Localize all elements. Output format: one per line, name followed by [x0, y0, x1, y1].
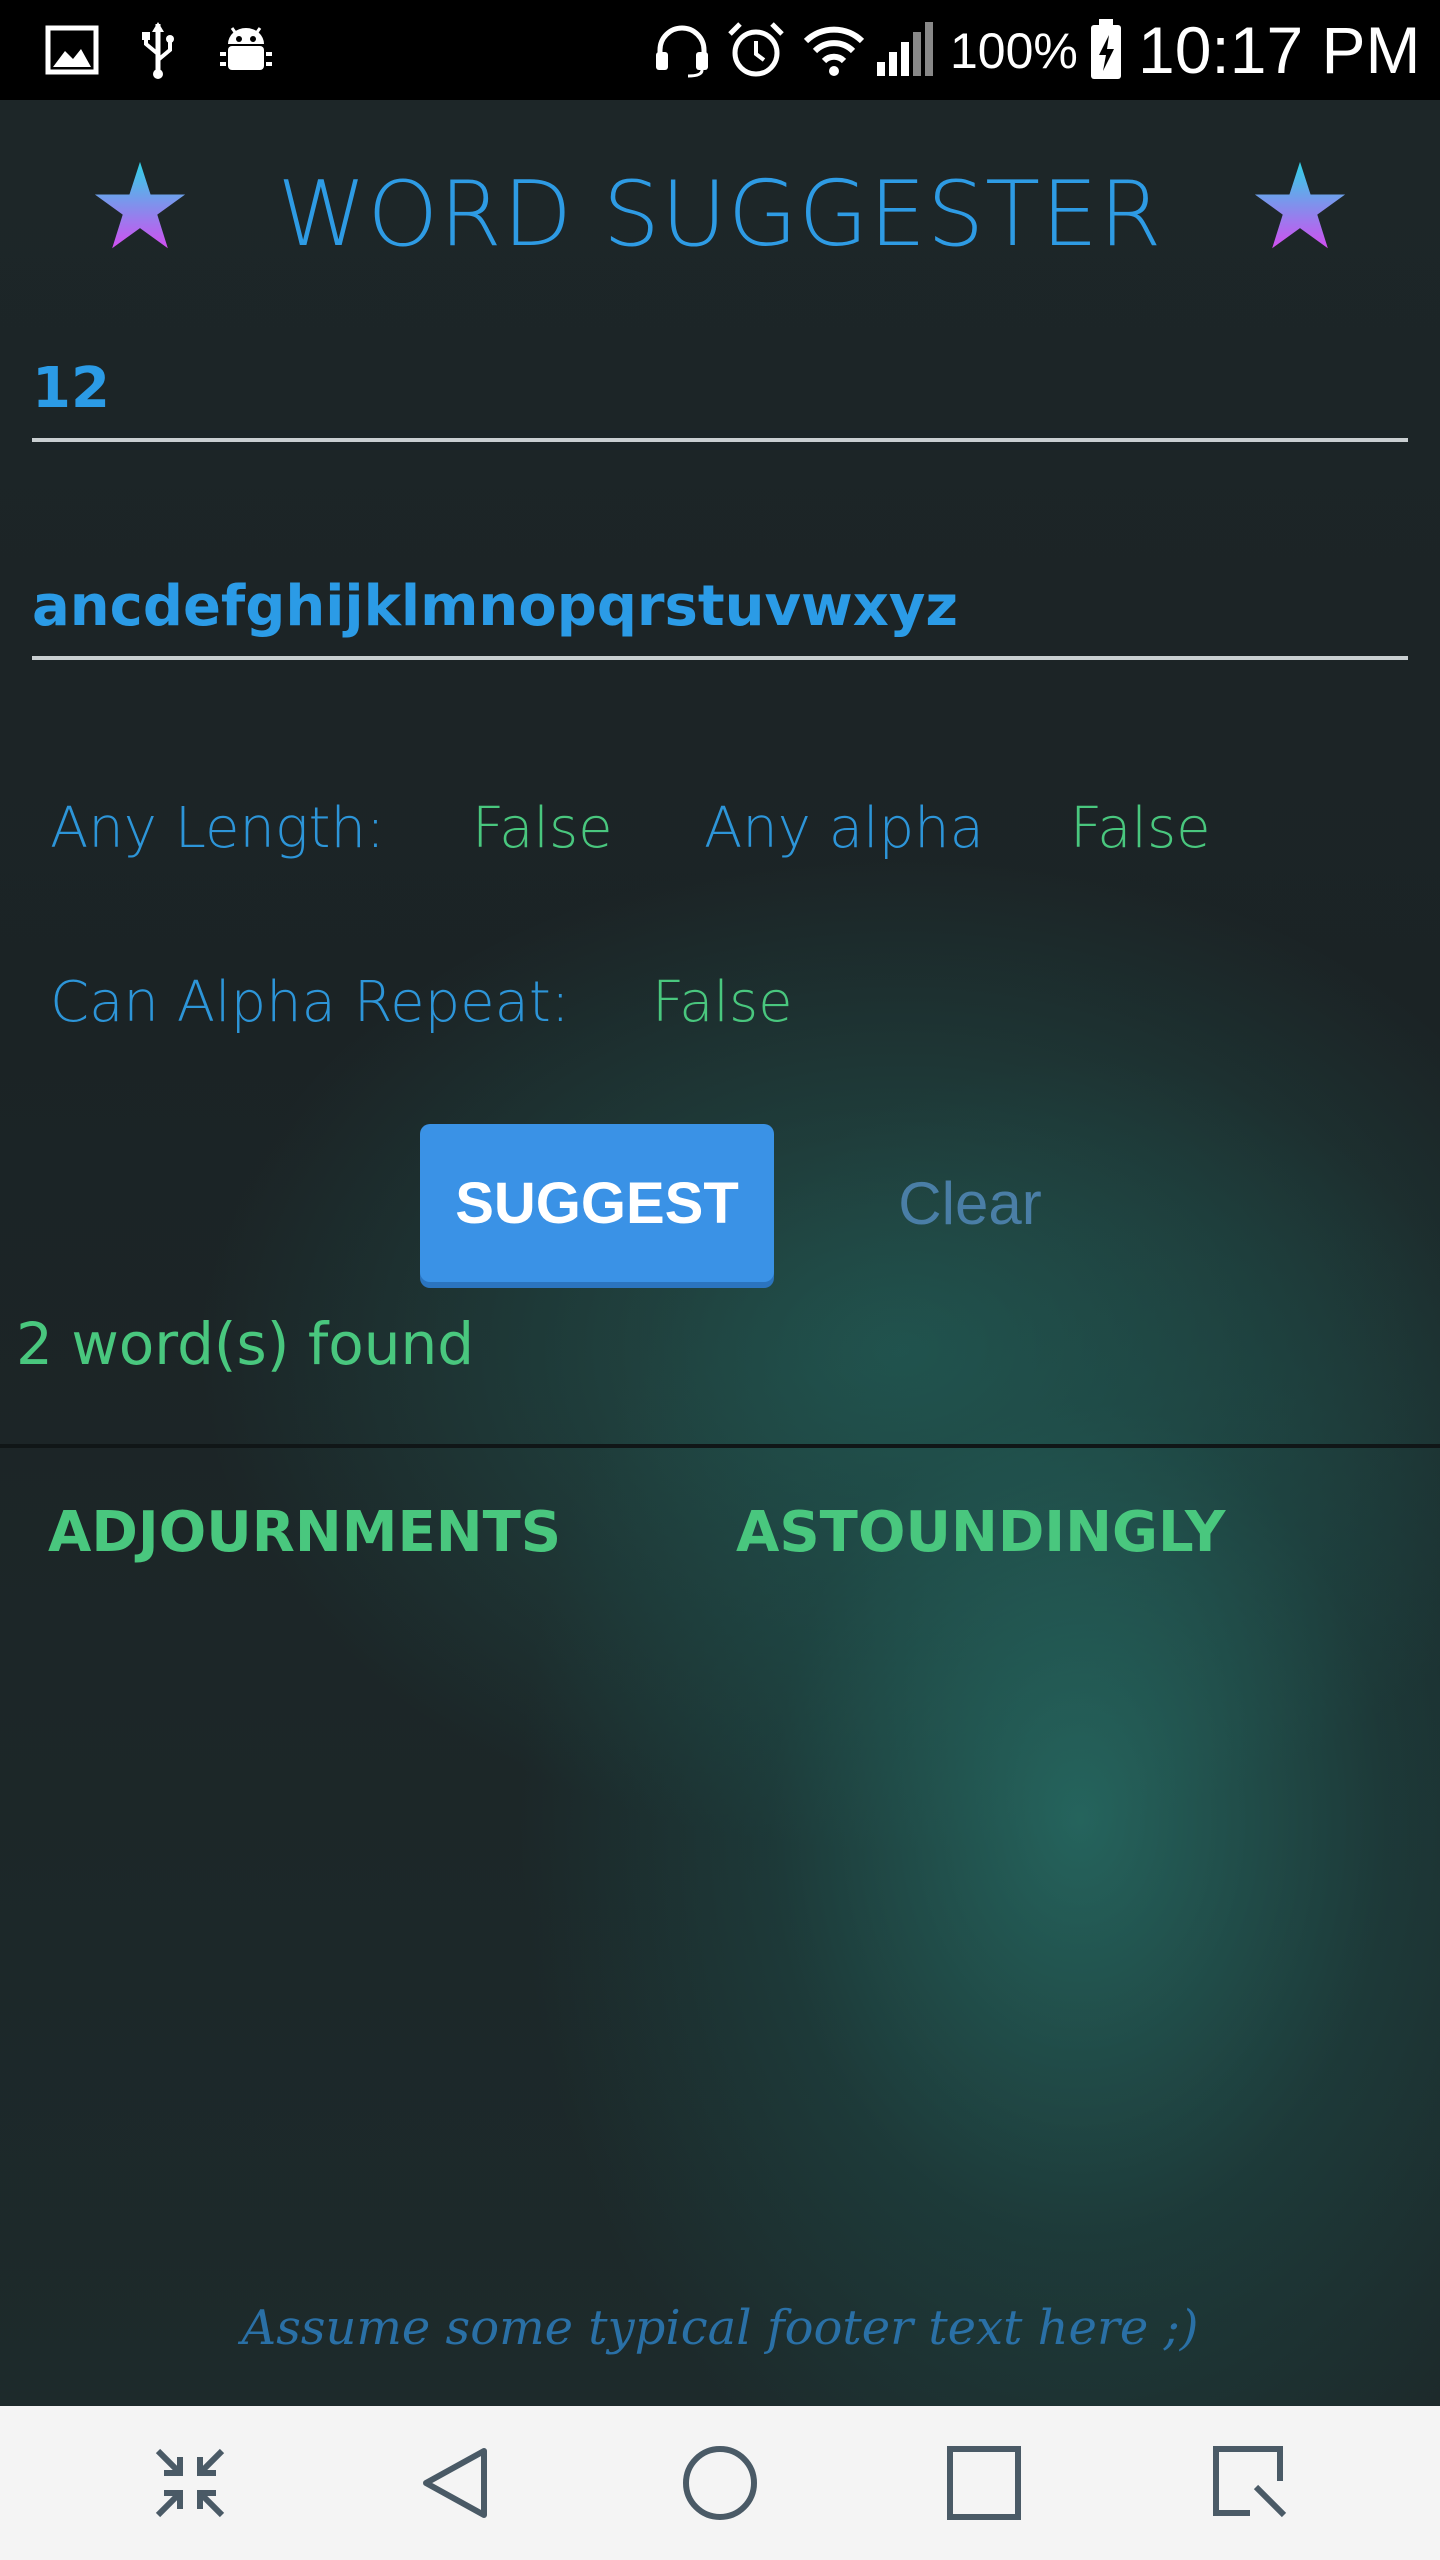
result-word[interactable]: ASTOUNDINGLY [736, 1500, 1225, 1565]
any-length-label: Any Length: [50, 796, 385, 861]
screenshot-icon[interactable] [1200, 2433, 1300, 2533]
suggest-button[interactable]: SUGGEST [420, 1124, 774, 1282]
alarm-icon [724, 18, 788, 82]
results-count: 2 word(s) found [16, 1310, 475, 1378]
headset-icon [650, 18, 714, 82]
result-word[interactable]: ADJOURNMENTS [48, 1500, 561, 1565]
usb-icon [126, 18, 190, 82]
star-icon [1254, 161, 1346, 249]
any-alpha-label: Any alpha [704, 796, 984, 861]
signal-icon [874, 18, 938, 82]
footer-text: Assume some typical footer text here ;) [241, 2300, 1199, 2356]
header: WORD SUGGESTER [0, 140, 1440, 270]
divider [0, 1444, 1440, 1448]
clock: 10:17 PM [1138, 13, 1421, 87]
any-alpha-toggle[interactable]: False [1070, 796, 1211, 861]
can-alpha-repeat-label: Can Alpha Repeat: [50, 970, 570, 1035]
android-debug-icon [214, 18, 278, 82]
battery-percent: 100% [950, 23, 1078, 79]
recents-icon[interactable] [934, 2433, 1034, 2533]
collapse-icon[interactable] [140, 2433, 240, 2533]
any-length-toggle[interactable]: False [472, 796, 613, 861]
length-input[interactable] [32, 338, 1408, 442]
status-bar: 100% 10:17 PM [0, 0, 1440, 100]
page-title: WORD SUGGESTER [277, 162, 1163, 267]
wifi-icon [802, 18, 866, 82]
app-screen: WORD SUGGESTER Any Length: False Any alp… [0, 100, 1440, 2406]
can-alpha-repeat-toggle[interactable]: False [652, 970, 793, 1035]
image-icon [40, 18, 104, 82]
alphabet-input[interactable] [32, 556, 1408, 660]
back-icon[interactable] [406, 2433, 506, 2533]
home-icon[interactable] [670, 2433, 770, 2533]
navigation-bar [0, 2406, 1440, 2560]
clear-button[interactable]: Clear [860, 1124, 1080, 1282]
battery-charging-icon [1076, 18, 1136, 82]
